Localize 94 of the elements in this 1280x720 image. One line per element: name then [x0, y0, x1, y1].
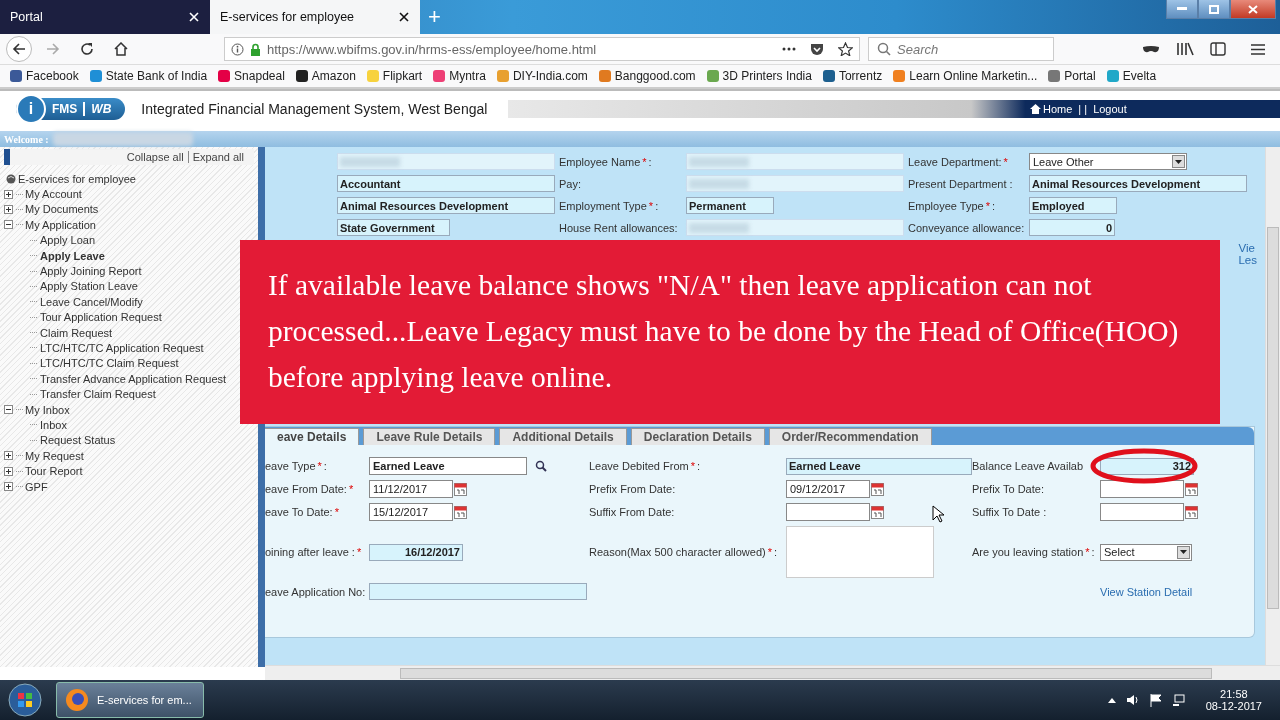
input-field[interactable]: 0 [1029, 219, 1115, 236]
field-label: Suffix To Date : [972, 506, 1048, 518]
bookmark[interactable]: DIY-India.com [496, 69, 588, 83]
tree-item[interactable]: My Inbox [25, 403, 70, 416]
bookmark[interactable]: Snapdeal [218, 69, 285, 83]
input-field[interactable]: 16/12/2017 [369, 543, 463, 561]
tree-item[interactable]: Transfer Advance Application Request [40, 372, 227, 385]
field-label: eave Type * : [265, 460, 328, 472]
input-field[interactable]: 312 [1100, 457, 1194, 475]
tree-item[interactable]: Inbox [40, 418, 67, 431]
input-field[interactable]: Earned Leave [786, 457, 972, 475]
field-label: Prefix To Date: [972, 483, 1045, 495]
tree-item[interactable]: Transfer Claim Request [40, 388, 156, 401]
expand-all-link[interactable]: Expand all [187, 151, 248, 163]
tree-item[interactable]: LTC/HTC/TC Application Request [40, 342, 204, 354]
dropdown[interactable]: Select [1100, 543, 1192, 561]
tab[interactable]: eave Details [265, 428, 360, 445]
notice-banner: If available leave balance shows "N/A" then leave application can not processed...Leave Legacy must have to be done by the Head of Office(HOO) before applying leave online. [240, 240, 1220, 424]
tree-item[interactable]: Apply Leave [40, 249, 105, 262]
input-field[interactable]: Animal Resources Development [337, 197, 555, 214]
tree-item[interactable]: My Documents [25, 203, 99, 216]
dropdown[interactable]: Leave Other [1029, 153, 1187, 170]
tab[interactable]: Additional Details [499, 428, 627, 445]
bookmark[interactable]: Amazon [295, 69, 356, 83]
tab[interactable]: Declaration Details [630, 428, 765, 445]
tab[interactable]: Order/Recommendation [768, 428, 932, 445]
view-station-link[interactable]: View Station Detail [1100, 585, 1193, 598]
tree-item[interactable]: Apply Loan [40, 234, 96, 247]
tree-item[interactable]: Tour Application Request [40, 311, 162, 324]
input-field[interactable]: 09/12/2017 [786, 480, 870, 498]
collapse-all-link[interactable]: Collapse all [122, 151, 188, 163]
input-field[interactable]: Animal Resources Development [1029, 175, 1247, 192]
input-field[interactable]: Permanent [686, 197, 774, 214]
tree-item[interactable]: Request Status [40, 434, 116, 447]
field-label: Employee Type * : [908, 199, 996, 212]
bookmark[interactable]: Evelta [1106, 69, 1157, 83]
browser-tab[interactable]: Portal [0, 0, 210, 34]
bookmark[interactable]: Banggood.com [598, 69, 696, 83]
field-label: Conveyance allowance: [908, 221, 1026, 234]
tree-item[interactable]: Apply Station Leave [40, 280, 138, 293]
field-label: Employee Name * : [559, 155, 653, 168]
bookmark[interactable]: 3D Printers India [706, 69, 812, 83]
input-field[interactable]: 15/12/2017 [369, 503, 453, 521]
input-field[interactable]: Employed [1029, 197, 1117, 214]
field-label: House Rent allowances: [559, 221, 679, 234]
bookmark[interactable]: Facebook [10, 69, 79, 83]
tree-item[interactable]: Leave Cancel/Modify [40, 295, 143, 308]
field-label: Employment Type * : [559, 199, 660, 212]
tree-item[interactable]: My Account [25, 188, 82, 201]
field-label: eave To Date: * [265, 506, 340, 518]
home-link[interactable]: Home [1030, 103, 1073, 115]
bookmark[interactable]: State Bank of India [89, 69, 208, 83]
input-field[interactable]: Accountant [337, 175, 555, 192]
clock[interactable]: 21:58 08-12-2017 [1205, 688, 1262, 712]
input-field[interactable]: State Government [337, 219, 450, 236]
tree-item[interactable]: My Application [25, 218, 96, 231]
field-label: Pay: [559, 177, 582, 190]
field-label: Present Department : [908, 177, 1014, 190]
tree-item[interactable]: Apply Joining Report [40, 265, 142, 278]
welcome-label: Welcome : [4, 133, 49, 145]
tree-item[interactable]: Claim Request [40, 326, 113, 339]
tree-root[interactable]: E-services for employee [18, 172, 136, 185]
input-field[interactable]: Earned Leave [369, 457, 527, 475]
field-label: Are you leaving station * : [972, 546, 1096, 558]
taskbar-app[interactable]: E-services for em... [56, 682, 204, 718]
site-logo: i FMS WB [16, 98, 126, 120]
link[interactable]: Les [1238, 254, 1257, 266]
bookmark[interactable]: Learn Online Marketin... [893, 69, 1038, 83]
link[interactable]: Vie [1238, 242, 1257, 254]
field-label: eave From Date: * [265, 483, 355, 495]
tree-item[interactable]: GPF [25, 480, 48, 493]
field-label: oining after leave : * [265, 546, 363, 558]
tab[interactable]: Leave Rule Details [363, 428, 496, 445]
tree-item[interactable]: LTC/HTC/TC Claim Request [40, 357, 179, 370]
bookmark[interactable]: Myntra [433, 69, 486, 83]
field-label: Leave Department: * [908, 155, 1009, 168]
tree-item[interactable]: My Request [25, 449, 84, 462]
field-label: eave Application No: [265, 585, 367, 598]
bookmark[interactable]: Flipkart [366, 69, 423, 83]
site-title: Integrated Financial Management System, West Bengal [141, 101, 488, 117]
bookmark[interactable]: Torrentz [822, 69, 883, 83]
field-label: Suffix From Date: [589, 506, 676, 518]
search-field[interactable]: Search [868, 37, 1054, 61]
browser-tab[interactable]: E-services for employee [210, 0, 420, 34]
link-separator: | | [1078, 103, 1088, 115]
address-bar[interactable]: https://www.wbifms.gov.in/hrms-ess/employee/home.html [224, 37, 860, 61]
tree-item[interactable]: Tour Report [25, 465, 83, 478]
field-label: Reason(Max 500 character allowed) * : [589, 546, 779, 558]
input-field[interactable]: 11/12/2017 [369, 480, 453, 498]
bookmark[interactable]: Portal [1048, 69, 1096, 83]
field-label: Leave Debited From * : [589, 460, 701, 472]
field-label: Balance Leave Availab [972, 460, 1085, 472]
logout-link[interactable]: Logout [1093, 103, 1127, 115]
field-label: Prefix From Date: [589, 483, 677, 495]
